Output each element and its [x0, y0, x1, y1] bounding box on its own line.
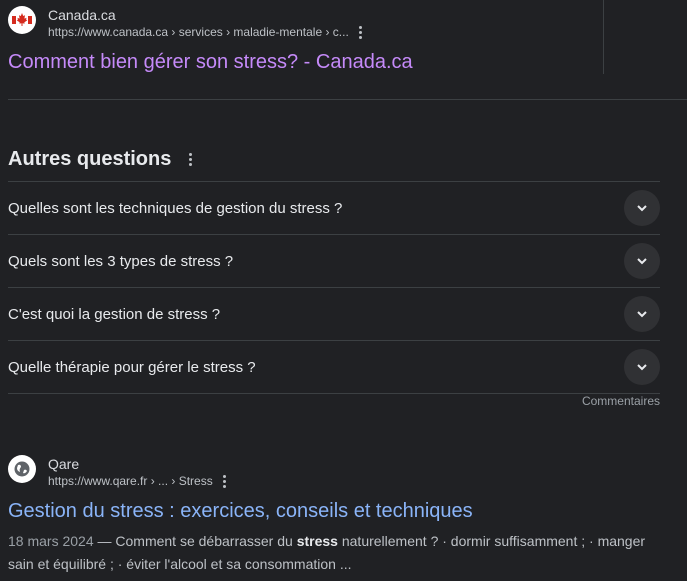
result-source: Qare https://www.qare.fr › ... › Stress: [8, 455, 648, 489]
question-row[interactable]: Quelles sont les techniques de gestion d…: [8, 182, 660, 235]
more-options-icon[interactable]: [222, 474, 227, 488]
chevron-down-icon[interactable]: [624, 190, 660, 226]
chevron-down-icon[interactable]: [624, 349, 660, 385]
result-title-link[interactable]: Comment bien gérer son stress? - Canada.…: [8, 49, 608, 75]
canada-flag-icon: [8, 6, 36, 34]
site-url: https://www.canada.ca › services › malad…: [48, 25, 349, 39]
site-name: Qare: [48, 456, 80, 472]
question-text: C'est quoi la gestion de stress ?: [8, 305, 221, 323]
question-row[interactable]: C'est quoi la gestion de stress ?: [8, 288, 660, 341]
site-url: https://www.qare.fr › ... › Stress: [48, 474, 213, 488]
snippet-highlight: stress: [296, 533, 338, 549]
question-row[interactable]: Quels sont les 3 types de stress ?: [8, 235, 660, 288]
more-options-icon[interactable]: [189, 152, 193, 166]
search-result-canada: Canada.ca https://www.canada.ca › servic…: [8, 6, 608, 75]
feedback-link[interactable]: Commentaires: [582, 394, 660, 408]
result-source: Canada.ca https://www.canada.ca › servic…: [8, 6, 608, 40]
search-result-qare: Qare https://www.qare.fr › ... › Stress …: [8, 455, 648, 576]
snippet-date: 18 mars 2024: [8, 533, 94, 549]
more-options-icon[interactable]: [358, 25, 363, 39]
site-name: Canada.ca: [48, 7, 116, 23]
divider-vertical: [603, 0, 604, 74]
section-title: Autres questions: [8, 147, 172, 170]
question-text: Quels sont les 3 types de stress ?: [8, 252, 234, 270]
snippet-text-start: Comment se débarrasser du: [115, 533, 297, 549]
snippet-separator: —: [93, 533, 116, 549]
divider: [8, 99, 687, 100]
chevron-down-icon[interactable]: [624, 296, 660, 332]
question-row[interactable]: Quelle thérapie pour gérer le stress ?: [8, 341, 660, 394]
question-text: Quelles sont les techniques de gestion d…: [8, 199, 343, 217]
result-snippet: 18 mars 2024 — Comment se débarrasser du…: [8, 530, 648, 576]
question-text: Quelle thérapie pour gérer le stress ?: [8, 358, 256, 376]
result-title-link[interactable]: Gestion du stress : exercices, conseils …: [8, 498, 648, 524]
chevron-down-icon[interactable]: [624, 243, 660, 279]
people-also-ask: Autres questions Quelles sont les techni…: [8, 144, 660, 394]
globe-icon: [8, 455, 36, 483]
